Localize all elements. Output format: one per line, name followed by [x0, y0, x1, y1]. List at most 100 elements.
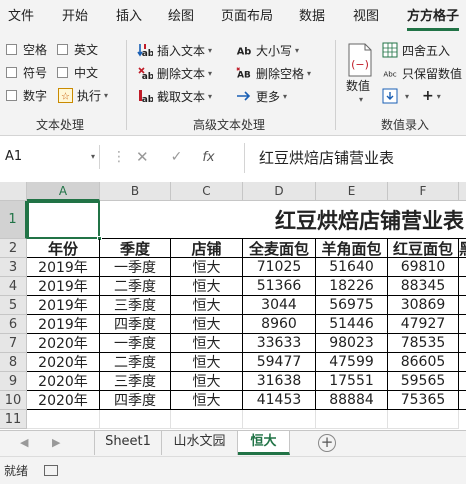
- confirm-icon[interactable]: ✓: [171, 149, 183, 165]
- data-cell[interactable]: 71025: [243, 258, 316, 277]
- data-cell[interactable]: 51366: [243, 277, 316, 296]
- data-cell[interactable]: 18226: [316, 277, 388, 296]
- row-header-10[interactable]: 10: [0, 391, 27, 410]
- empty-cell[interactable]: [100, 410, 171, 429]
- empty-cell[interactable]: [459, 372, 466, 391]
- delete-text-button[interactable]: ab 删除文本 ▾: [137, 63, 212, 83]
- column-header-d[interactable]: D: [243, 182, 316, 201]
- empty-cell[interactable]: [459, 258, 466, 277]
- data-cell[interactable]: 59477: [243, 353, 316, 372]
- data-cell[interactable]: 47927: [388, 315, 459, 334]
- data-cell[interactable]: 恒大: [171, 334, 243, 353]
- data-cell[interactable]: 69810: [388, 258, 459, 277]
- sheet-tab-hengda[interactable]: 恒大: [238, 431, 290, 455]
- empty-cell[interactable]: [243, 410, 316, 429]
- empty-cell[interactable]: [388, 410, 459, 429]
- data-cell[interactable]: 2019年: [27, 277, 100, 296]
- data-cell[interactable]: 98023: [316, 334, 388, 353]
- data-cell[interactable]: 2020年: [27, 353, 100, 372]
- tab-page-layout[interactable]: 页面布局: [221, 6, 273, 30]
- row-header-4[interactable]: 4: [0, 277, 27, 296]
- header-cell-clipped[interactable]: 黑: [459, 239, 466, 258]
- empty-cell[interactable]: [316, 410, 388, 429]
- data-cell[interactable]: 三季度: [100, 372, 171, 391]
- data-cell[interactable]: 86605: [388, 353, 459, 372]
- checkbox-symbol[interactable]: 符号: [6, 63, 47, 81]
- column-header-c[interactable]: C: [171, 182, 243, 201]
- name-box[interactable]: A1: [0, 145, 100, 169]
- data-cell[interactable]: 3044: [243, 296, 316, 315]
- sheet-tab-sheet1[interactable]: Sheet1: [94, 431, 162, 455]
- data-cell[interactable]: 恒大: [171, 258, 243, 277]
- data-cell[interactable]: 二季度: [100, 277, 171, 296]
- empty-cell[interactable]: [459, 334, 466, 353]
- data-cell[interactable]: 51446: [316, 315, 388, 334]
- row-header-5[interactable]: 5: [0, 296, 27, 315]
- case-button[interactable]: Ab 大小写 ▾: [236, 40, 299, 60]
- add-button[interactable]: + ▾: [422, 86, 441, 106]
- insert-text-button[interactable]: ab 插入文本 ▾: [137, 40, 212, 60]
- data-cell[interactable]: 恒大: [171, 353, 243, 372]
- data-cell[interactable]: 二季度: [100, 353, 171, 372]
- scroll-left-icon[interactable]: ◀: [20, 436, 28, 449]
- select-all-corner[interactable]: [0, 182, 27, 201]
- data-cell[interactable]: 78535: [388, 334, 459, 353]
- tab-data[interactable]: 数据: [299, 6, 325, 30]
- checkbox-chinese[interactable]: 中文: [57, 63, 98, 81]
- header-cell[interactable]: 季度: [100, 239, 171, 258]
- data-cell[interactable]: 31638: [243, 372, 316, 391]
- row-header-2[interactable]: 2: [0, 239, 27, 258]
- data-cell[interactable]: 88884: [316, 391, 388, 410]
- header-cell[interactable]: 红豆面包: [388, 239, 459, 258]
- data-cell[interactable]: 2020年: [27, 372, 100, 391]
- data-cell[interactable]: 恒大: [171, 315, 243, 334]
- data-cell[interactable]: 17551: [316, 372, 388, 391]
- checkbox-number[interactable]: 数字: [6, 86, 47, 104]
- delete-spaces-button[interactable]: AB 删除空格 ▾: [236, 63, 311, 83]
- tab-fangfanggezi[interactable]: 方方格子: [407, 6, 459, 30]
- row-header-11[interactable]: 11: [0, 410, 27, 429]
- empty-cell[interactable]: [459, 296, 466, 315]
- row-header-9[interactable]: 9: [0, 372, 27, 391]
- column-header-a[interactable]: A: [27, 182, 100, 201]
- data-cell[interactable]: 恒大: [171, 296, 243, 315]
- empty-cell[interactable]: [27, 410, 100, 429]
- insert-function-icon[interactable]: fx: [202, 150, 214, 165]
- header-cell[interactable]: 全麦面包: [243, 239, 316, 258]
- chevron-down-icon[interactable]: ▾: [91, 152, 95, 161]
- data-cell[interactable]: 88345: [388, 277, 459, 296]
- chevron-down-icon[interactable]: ▾: [359, 95, 363, 104]
- empty-cell[interactable]: [459, 277, 466, 296]
- header-cell[interactable]: 羊角面包: [316, 239, 388, 258]
- data-cell[interactable]: 2020年: [27, 334, 100, 353]
- empty-cell[interactable]: [171, 410, 243, 429]
- data-cell[interactable]: 30869: [388, 296, 459, 315]
- empty-cell[interactable]: [459, 353, 466, 372]
- data-cell[interactable]: 47599: [316, 353, 388, 372]
- column-header-g[interactable]: [459, 182, 466, 201]
- execute-button[interactable]: ☆ 执行 ▾: [57, 85, 108, 105]
- scroll-right-icon[interactable]: ▶: [52, 436, 60, 449]
- extract-text-button[interactable]: ab 截取文本 ▾: [137, 86, 212, 106]
- data-cell[interactable]: 恒大: [171, 277, 243, 296]
- tab-home[interactable]: 开始: [62, 6, 88, 30]
- tab-draw[interactable]: 绘图: [168, 6, 194, 30]
- empty-cell[interactable]: [459, 315, 466, 334]
- data-cell[interactable]: 75365: [388, 391, 459, 410]
- keep-numbers-button[interactable]: Abc 只保留数值: [382, 63, 462, 83]
- row-header-7[interactable]: 7: [0, 334, 27, 353]
- empty-cell[interactable]: [459, 391, 466, 410]
- column-header-f[interactable]: F: [388, 182, 459, 201]
- data-cell[interactable]: 四季度: [100, 391, 171, 410]
- formula-input[interactable]: 红豆烘焙店铺营业表: [244, 143, 466, 173]
- column-header-b[interactable]: B: [100, 182, 171, 201]
- more-button[interactable]: 更多 ▾: [236, 86, 287, 106]
- tab-view[interactable]: 视图: [353, 6, 379, 30]
- row-header-6[interactable]: 6: [0, 315, 27, 334]
- data-cell[interactable]: 2020年: [27, 391, 100, 410]
- data-cell[interactable]: 2019年: [27, 296, 100, 315]
- data-cell[interactable]: 51640: [316, 258, 388, 277]
- title-cell[interactable]: 红豆烘焙店铺营业表: [100, 201, 466, 239]
- tab-insert[interactable]: 插入: [116, 6, 142, 30]
- checkbox-space[interactable]: 空格: [6, 40, 47, 58]
